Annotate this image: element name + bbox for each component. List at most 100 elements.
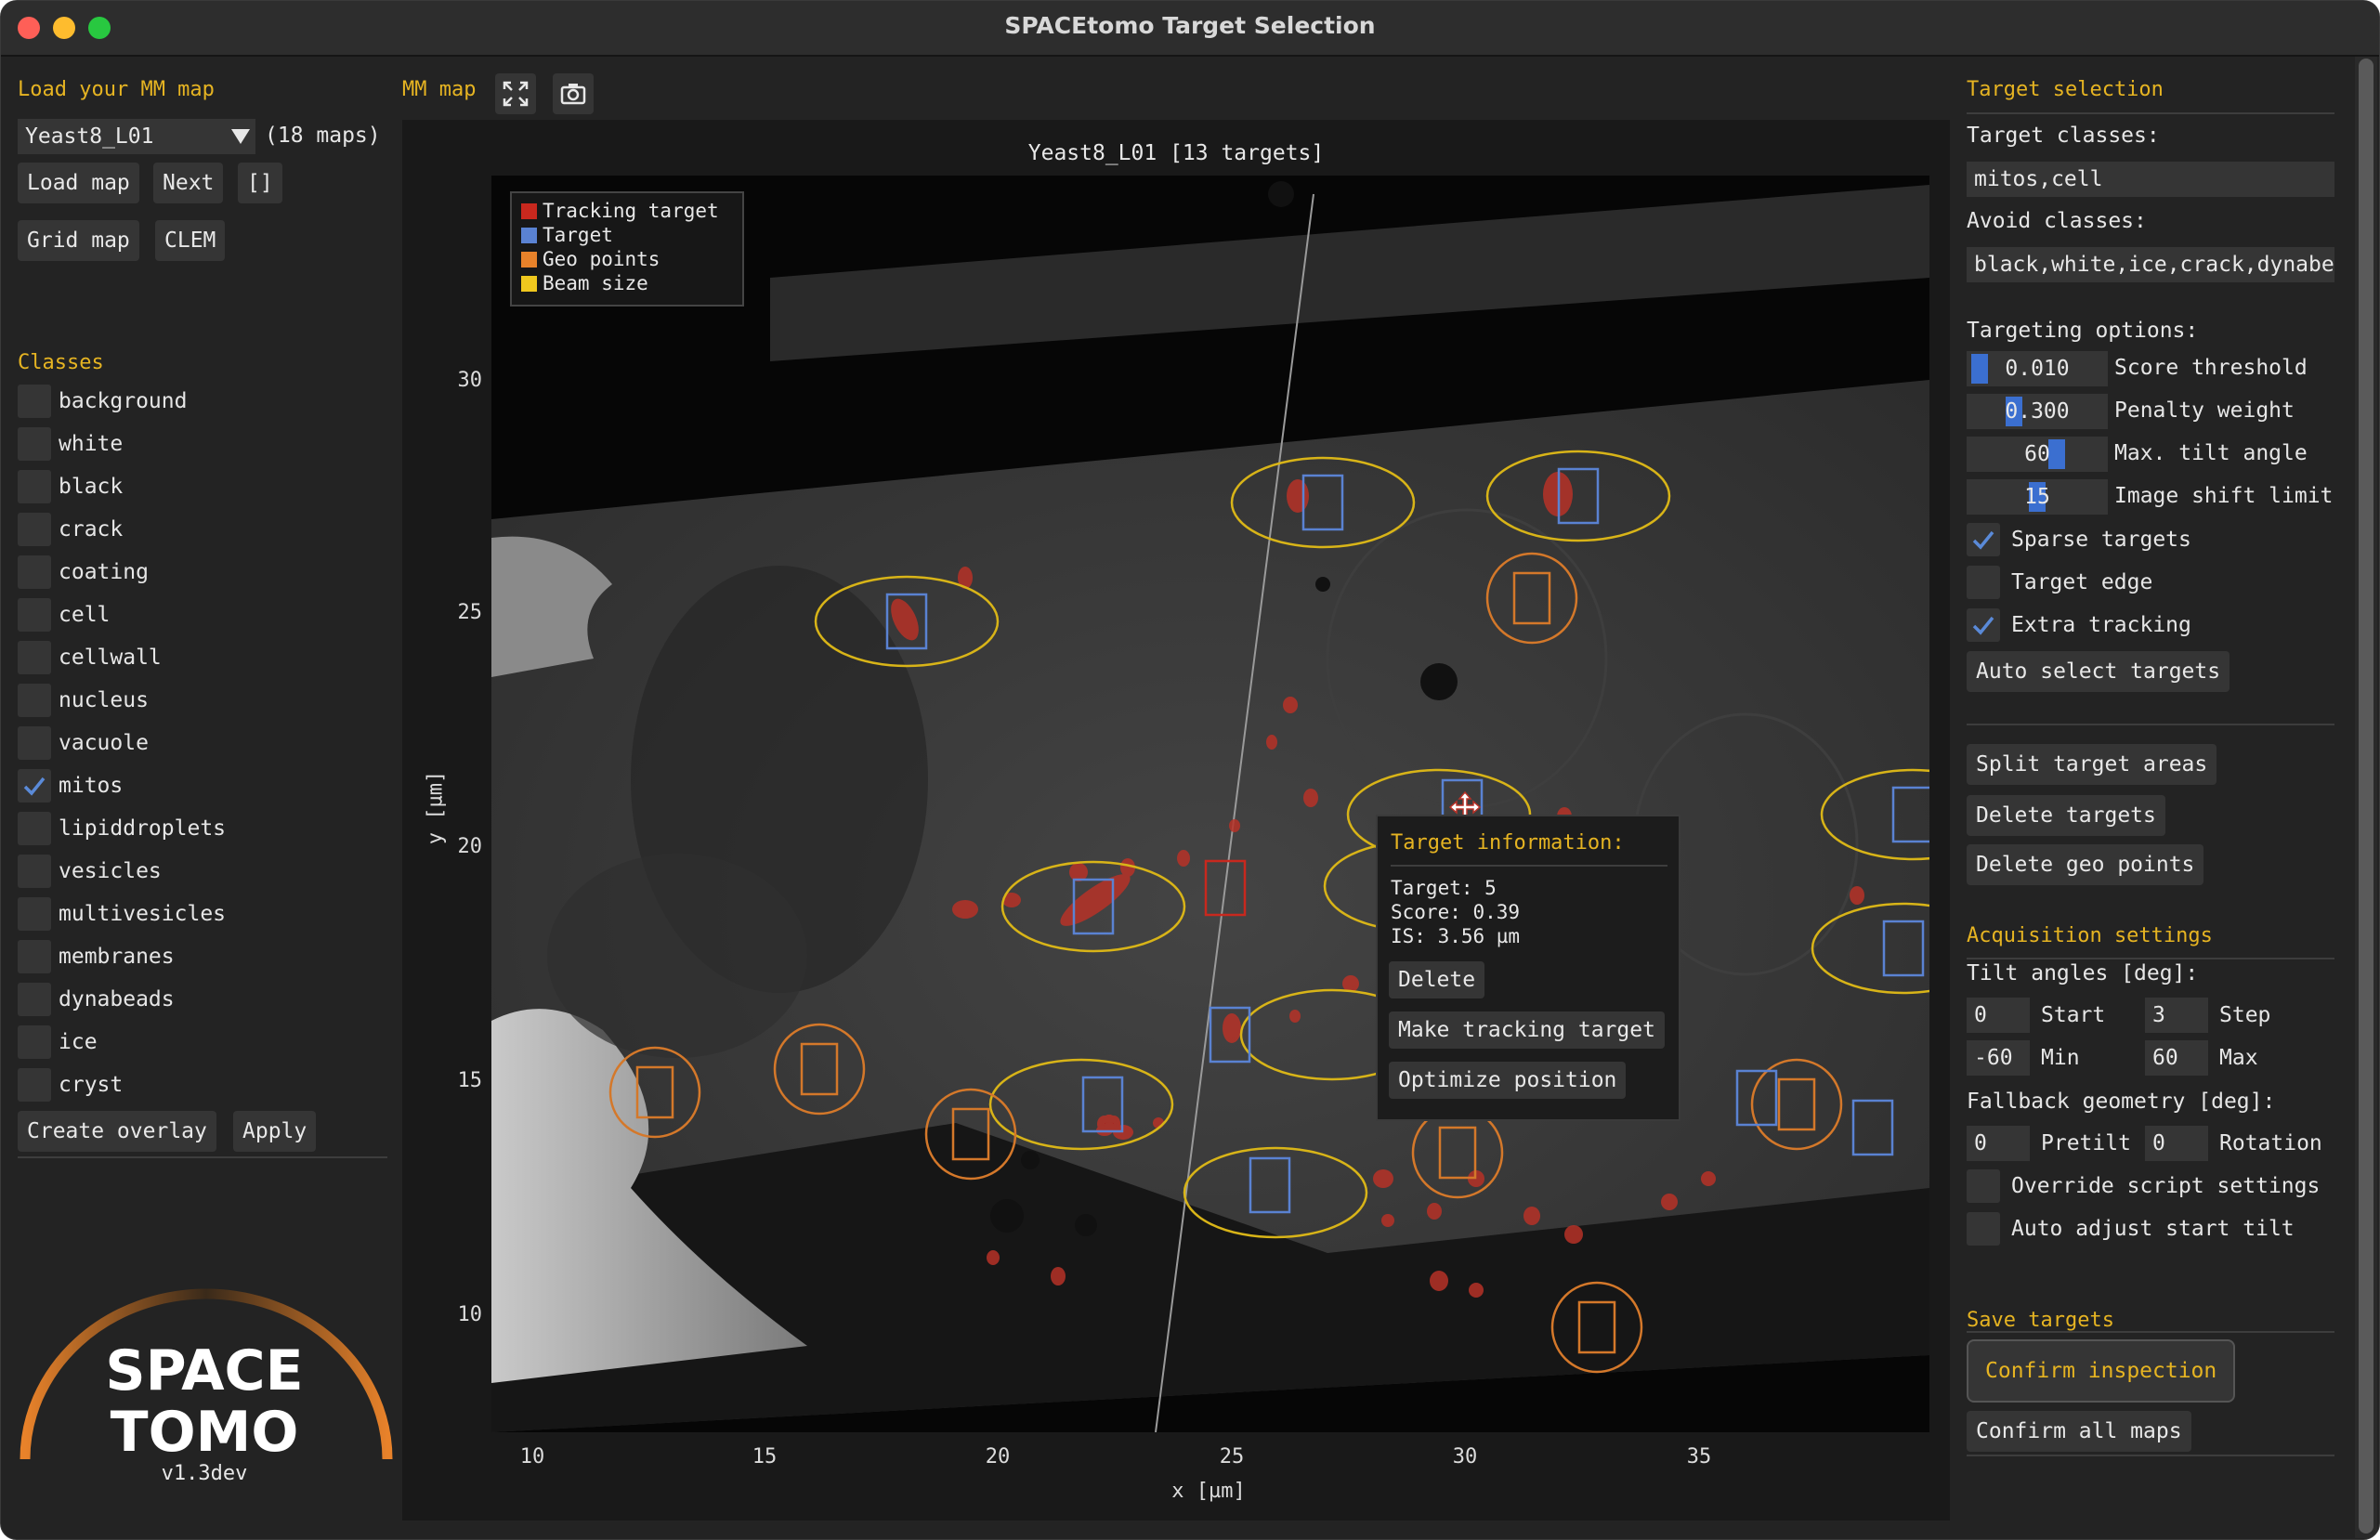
class-checkbox-lipiddroplets[interactable] [18,812,51,845]
slider-penalty-weight[interactable]: 0.300 [1967,394,2108,429]
class-checkbox-vacuole[interactable] [18,726,51,760]
option-checkbox-sparse-targets[interactable] [1967,523,2000,556]
next-map-button[interactable]: Next [153,163,224,203]
class-checkbox-background[interactable] [18,385,51,418]
class-checkbox-nucleus[interactable] [18,684,51,717]
confirm-inspection-button[interactable]: Confirm inspection [1967,1339,2236,1403]
class-label-ice: ice [59,1030,98,1054]
class-label-crack: crack [59,517,124,542]
delete-geo-points-button[interactable]: Delete geo points [1967,844,2204,885]
class-checkbox-black[interactable] [18,470,51,503]
class-checkbox-crack[interactable] [18,513,51,546]
class-checkbox-ice[interactable] [18,1025,51,1059]
x-axis-label: x [µm] [1171,1480,1246,1503]
dropdown-arrow-icon [231,129,250,144]
x-tick-label: 35 [1686,1445,1712,1468]
slider-label: Score threshold [2114,356,2308,380]
tilt-step-input[interactable]: 3 [2145,998,2208,1033]
load-map-button[interactable]: Load map [18,163,139,203]
rotation-input[interactable]: 0 [2145,1126,2208,1161]
class-label-mitos: mitos [59,774,124,798]
slider-score-threshold[interactable]: 0.010 [1967,351,2108,386]
slider-grab[interactable] [1971,354,1988,384]
override-script-settings-checkbox[interactable] [1967,1169,2000,1203]
slider-value: 15 [2024,485,2050,509]
scrollbar-thumb[interactable] [2359,59,2373,1533]
confirm-all-maps-button[interactable]: Confirm all maps [1967,1411,2191,1452]
slider-grab[interactable] [2048,439,2065,469]
fullscreen-button[interactable] [495,73,536,114]
plot-title: Yeast8_L01 [13 targets] [1027,141,1325,165]
popup-delete-button[interactable]: Delete [1389,961,1485,998]
class-label-cell: cell [59,603,111,627]
grid-map-button[interactable]: Grid map [18,220,139,261]
clem-button[interactable]: CLEM [155,220,226,261]
optimize-position-button[interactable]: Optimize position [1389,1062,1627,1099]
y-tick-label: 25 [457,601,483,624]
class-label-vesicles: vesicles [59,859,162,883]
avoid-classes-input[interactable]: black,white,ice,crack,dynabeads [1967,247,2334,282]
class-checkbox-multivesicles[interactable] [18,897,51,931]
slider-value: 60 [2024,442,2050,466]
class-checkbox-coating[interactable] [18,555,51,589]
map-canvas[interactable] [491,176,1929,1432]
logo-space: SPACE [105,1338,304,1403]
save-targets-header: Save targets [1967,1309,2114,1332]
y-axis-label: y [µm] [424,770,448,845]
mm-map-header: MM map [402,78,477,101]
auto-select-targets-button[interactable]: Auto select targets [1967,651,2230,692]
option-checkbox-extra-tracking[interactable] [1967,608,2000,642]
option-label: Extra tracking [2011,613,2191,637]
screenshot-button[interactable] [553,73,594,114]
class-label-coating: coating [59,560,149,584]
classes-header: Classes [18,351,104,374]
class-checkbox-cryst[interactable] [18,1068,51,1102]
make-tracking-target-button[interactable]: Make tracking target [1389,1011,1665,1049]
class-checkbox-mitos[interactable] [18,769,51,803]
class-checkbox-dynabeads[interactable] [18,983,51,1016]
apply-button[interactable]: Apply [233,1111,317,1152]
class-checkbox-white[interactable] [18,427,51,461]
popup-score: Score: 0.39 [1391,901,1521,923]
map-select[interactable]: Yeast8_L01 [18,119,255,154]
tilt-max-input[interactable]: 60 [2145,1040,2208,1076]
target-classes-input[interactable]: mitos,cell [1967,162,2334,197]
checkmark-icon [23,777,46,796]
slider-max-tilt-angle[interactable]: 60 [1967,437,2108,472]
slider-image-shift-limit[interactable]: 15 [1967,479,2108,515]
auto-adjust-start-tilt-checkbox[interactable] [1967,1212,2000,1246]
tilt-start-input[interactable]: 0 [1967,998,2030,1033]
y-tick-label: 10 [457,1303,483,1326]
class-checkbox-cellwall[interactable] [18,641,51,674]
class-label-multivesicles: multivesicles [59,902,227,926]
mm-map-image[interactable] [491,176,1929,1432]
y-tick-label: 30 [457,369,483,392]
pretilt-label: Pretilt [2041,1131,2131,1155]
tilt-start-label: Start [2041,1003,2106,1027]
create-overlay-button[interactable]: Create overlay [18,1111,216,1152]
x-tick-label: 20 [985,1445,1011,1468]
class-checkbox-membranes[interactable] [18,940,51,973]
targeting-options-label: Targeting options: [1967,319,2199,343]
map-legend: Tracking target Target Geo points Beam size [510,191,744,307]
popup-is: IS: 3.56 µm [1391,925,1521,947]
bracket-button[interactable]: [] [238,163,282,203]
avoid-classes-label: Avoid classes: [1967,209,2147,233]
divider [1967,1455,2334,1456]
class-checkbox-vesicles[interactable] [18,855,51,888]
delete-targets-button[interactable]: Delete targets [1967,795,2165,836]
checkmark-icon [1972,530,1994,550]
tilt-min-input[interactable]: -60 [1967,1040,2030,1076]
logo-tomo: TOMO [110,1400,299,1465]
option-checkbox-target-edge[interactable] [1967,566,2000,599]
class-checkbox-cell[interactable] [18,598,51,632]
split-target-areas-button[interactable]: Split target areas [1967,744,2217,785]
option-label: Sparse targets [2011,528,2191,552]
class-label-black: black [59,475,124,499]
class-label-cryst: cryst [59,1073,124,1097]
legend-entry: Tracking target [521,199,733,223]
tilt-step-label: Step [2219,1003,2271,1027]
override-script-settings-label: Override script settings [2011,1174,2321,1198]
rotation-label: Rotation [2219,1131,2322,1155]
pretilt-input[interactable]: 0 [1967,1126,2030,1161]
